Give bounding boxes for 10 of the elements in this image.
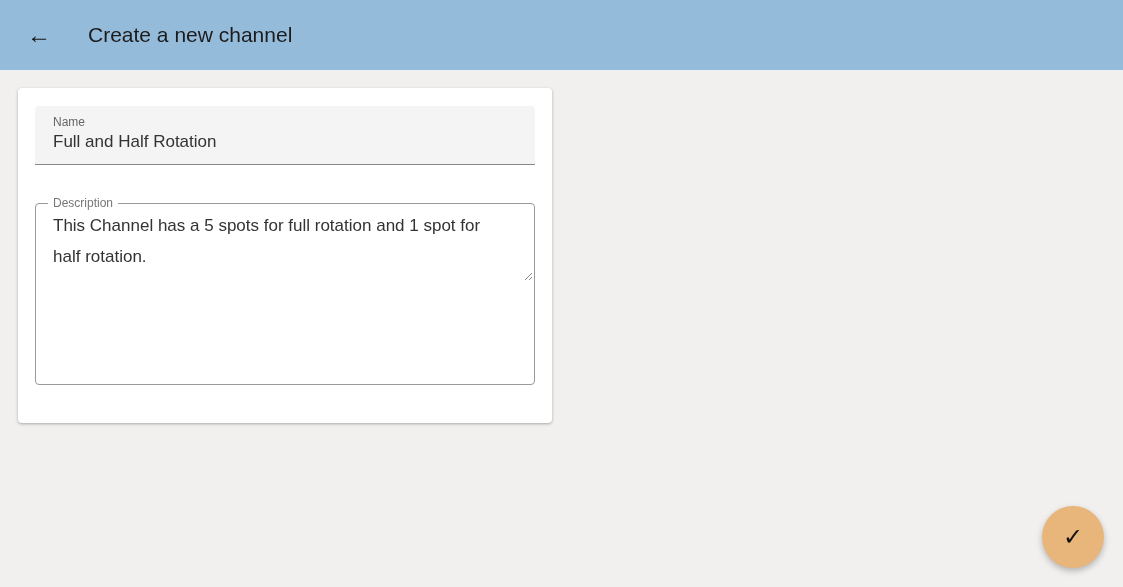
- page-title: Create a new channel: [88, 23, 293, 47]
- confirm-button[interactable]: ✓: [1042, 506, 1104, 568]
- resize-handle-icon[interactable]: [523, 271, 533, 281]
- field-label: Description: [52, 196, 115, 210]
- back-button[interactable]: ←: [24, 23, 54, 47]
- field-value: This Channel has a 5 spots for full rotation and 1 spot for half rotation.: [53, 215, 482, 268]
- name-field[interactable]: Name Full and Half Rotation: [35, 106, 535, 165]
- field-label: Name: [53, 115, 86, 129]
- field-value: Full and Half Rotation: [53, 132, 218, 152]
- description-field[interactable]: Description This Channel has a 5 spots for full rotation and 1 spot for half rotation.: [35, 196, 535, 385]
